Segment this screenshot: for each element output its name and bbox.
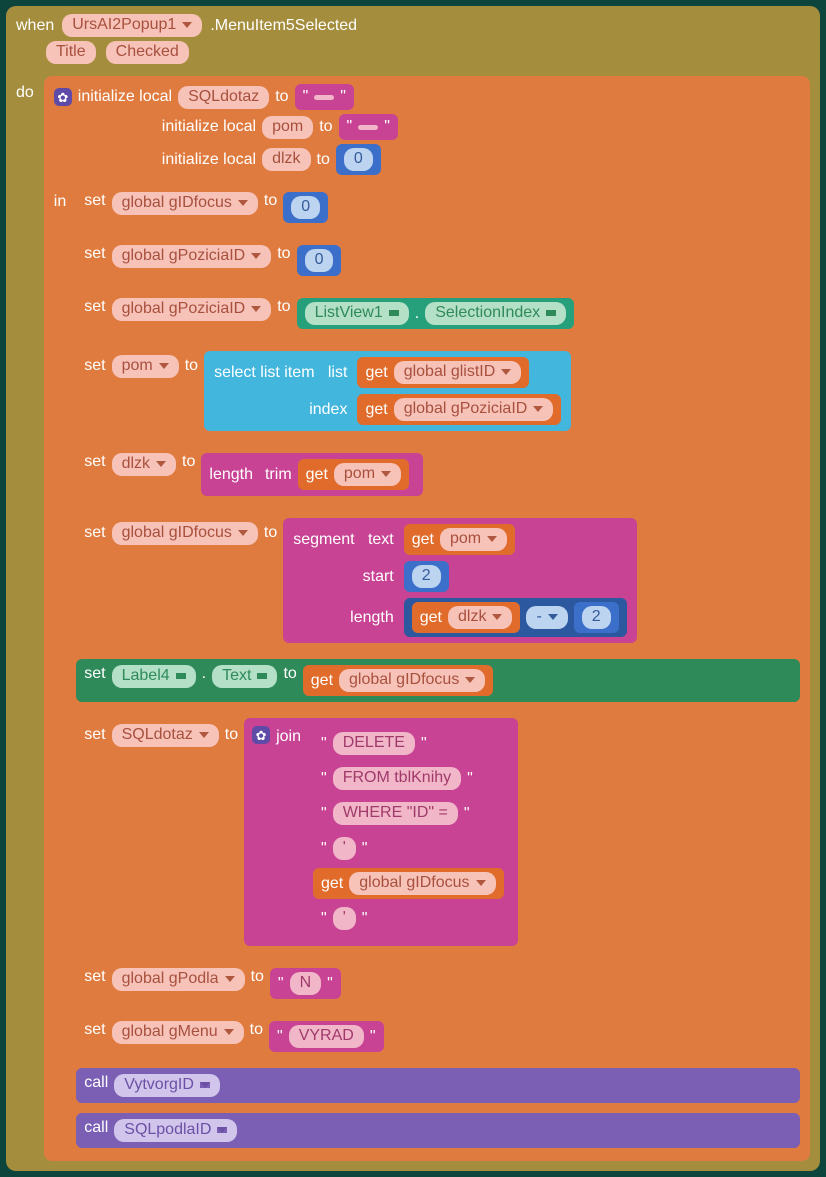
var-sqldotaz[interactable]: SQLdotaz bbox=[112, 724, 219, 747]
join-item-4[interactable]: " ' " bbox=[313, 833, 504, 864]
set-label4-text[interactable]: set Label4 . Text to get global gIDfoc bbox=[76, 659, 800, 702]
segment-block[interactable]: segment text get pom bbox=[283, 518, 636, 643]
string-literal[interactable]: " " bbox=[295, 84, 354, 110]
prop-text[interactable]: Text bbox=[212, 665, 277, 688]
gear-icon[interactable] bbox=[252, 726, 270, 744]
math-minus[interactable]: get dlzk - bbox=[404, 598, 627, 637]
var-sqldotaz[interactable]: SQLdotaz bbox=[178, 86, 269, 109]
join-item-2[interactable]: " FROM tblKnihy " bbox=[313, 763, 504, 794]
var-pom[interactable]: pom bbox=[262, 116, 313, 139]
join-item-5-get[interactable]: get global gIDfocus bbox=[313, 868, 504, 899]
do-keyword: do bbox=[16, 84, 34, 102]
var-gpodla[interactable]: global gPodla bbox=[112, 968, 245, 991]
get-gpozicia[interactable]: get global gPoziciaID bbox=[357, 394, 561, 425]
join-item-1[interactable]: " DELETE " bbox=[313, 728, 504, 759]
number-0[interactable]: 0 bbox=[297, 245, 342, 276]
init-row-dlzk: initialize local dlzk to 0 bbox=[162, 144, 800, 175]
selection-index[interactable]: ListView1 . SelectionIndex bbox=[297, 298, 575, 329]
get-dlzk[interactable]: get dlzk bbox=[412, 602, 521, 633]
number-2[interactable]: 2 bbox=[574, 602, 619, 633]
call-sqlpodlaid[interactable]: call SQLpodlaID bbox=[76, 1113, 800, 1148]
string-literal[interactable]: " " bbox=[339, 114, 398, 140]
get-pom[interactable]: get pom bbox=[404, 524, 515, 555]
set-gmenu[interactable]: set global gMenu to " VYRAD " bbox=[76, 1015, 800, 1058]
get-glistid[interactable]: get global glistID bbox=[357, 357, 529, 388]
param-title[interactable]: Title bbox=[46, 41, 96, 64]
op-minus[interactable]: - bbox=[526, 606, 567, 629]
var-gidfocus[interactable]: global gIDfocus bbox=[112, 192, 258, 215]
join-item-3[interactable]: " WHERE "ID" = " bbox=[313, 798, 504, 829]
length-block[interactable]: length trim get pom bbox=[201, 453, 423, 496]
set-sqldotaz-join[interactable]: set SQLdotaz to join " DELETE bbox=[76, 712, 800, 952]
init-row-sqldotaz: initialize local SQLdotaz to " " bbox=[54, 84, 800, 110]
event-header: when UrsAI2Popup1 .MenuItem5Selected bbox=[16, 14, 810, 37]
number-2[interactable]: 2 bbox=[404, 561, 449, 592]
set-gidfocus-segment[interactable]: set global gIDfocus to segment text bbox=[76, 512, 800, 649]
set-gpozicia-selindex[interactable]: set global gPoziciaID to ListView1 . Sel… bbox=[76, 292, 800, 335]
number-0[interactable]: 0 bbox=[283, 192, 328, 223]
proc-vytvorgid[interactable]: VytvorgID bbox=[114, 1074, 220, 1097]
set-gpodla[interactable]: set global gPodla to " N " bbox=[76, 962, 800, 1005]
string-vyrad[interactable]: " VYRAD " bbox=[269, 1021, 384, 1052]
when-keyword: when bbox=[16, 17, 54, 35]
set-gidfocus-0[interactable]: set global gIDfocus to 0 bbox=[76, 186, 800, 229]
component-label4[interactable]: Label4 bbox=[112, 665, 196, 688]
get-pom[interactable]: get pom bbox=[298, 459, 409, 490]
var-gpozicia[interactable]: global gPoziciaID bbox=[112, 298, 272, 321]
var-pom[interactable]: pom bbox=[112, 355, 179, 378]
gear-icon[interactable] bbox=[54, 88, 72, 106]
call-vytvorgid[interactable]: call VytvorgID bbox=[76, 1068, 800, 1103]
get-gidfocus[interactable]: get global gIDfocus bbox=[303, 665, 494, 696]
set-dlzk-length[interactable]: set dlzk to length trim get bbox=[76, 447, 800, 502]
param-checked[interactable]: Checked bbox=[106, 41, 189, 64]
component-dropdown[interactable]: UrsAI2Popup1 bbox=[62, 14, 202, 37]
var-gidfocus[interactable]: global gIDfocus bbox=[112, 522, 258, 545]
set-gpozicia-0[interactable]: set global gPoziciaID to 0 bbox=[76, 239, 800, 282]
number-literal[interactable]: 0 bbox=[336, 144, 381, 175]
var-dlzk[interactable]: dlzk bbox=[262, 148, 310, 171]
join-item-6[interactable]: " ' " bbox=[313, 903, 504, 934]
event-name: .MenuItem5Selected bbox=[210, 17, 357, 35]
join-block[interactable]: join " DELETE " " FROM tblKnihy bbox=[244, 718, 517, 946]
string-n[interactable]: " N " bbox=[270, 968, 341, 999]
local-init-block[interactable]: initialize local SQLdotaz to " " initial… bbox=[44, 76, 810, 1161]
trim-block[interactable]: trim get pom bbox=[259, 457, 415, 492]
event-block[interactable]: when UrsAI2Popup1 .MenuItem5Selected Tit… bbox=[6, 6, 820, 1171]
select-list-item[interactable]: select list item list get global glistID bbox=[204, 351, 571, 431]
init-row-pom: initialize local pom to " " bbox=[162, 114, 800, 140]
proc-sqlpodlaid[interactable]: SQLpodlaID bbox=[114, 1119, 237, 1142]
set-pom-select[interactable]: set pom to select list item list bbox=[76, 345, 800, 437]
in-keyword: in bbox=[54, 193, 66, 211]
var-gmenu[interactable]: global gMenu bbox=[112, 1021, 244, 1044]
var-dlzk[interactable]: dlzk bbox=[112, 453, 176, 476]
event-params: Title Checked bbox=[46, 41, 810, 64]
var-gpozicia[interactable]: global gPoziciaID bbox=[112, 245, 272, 268]
